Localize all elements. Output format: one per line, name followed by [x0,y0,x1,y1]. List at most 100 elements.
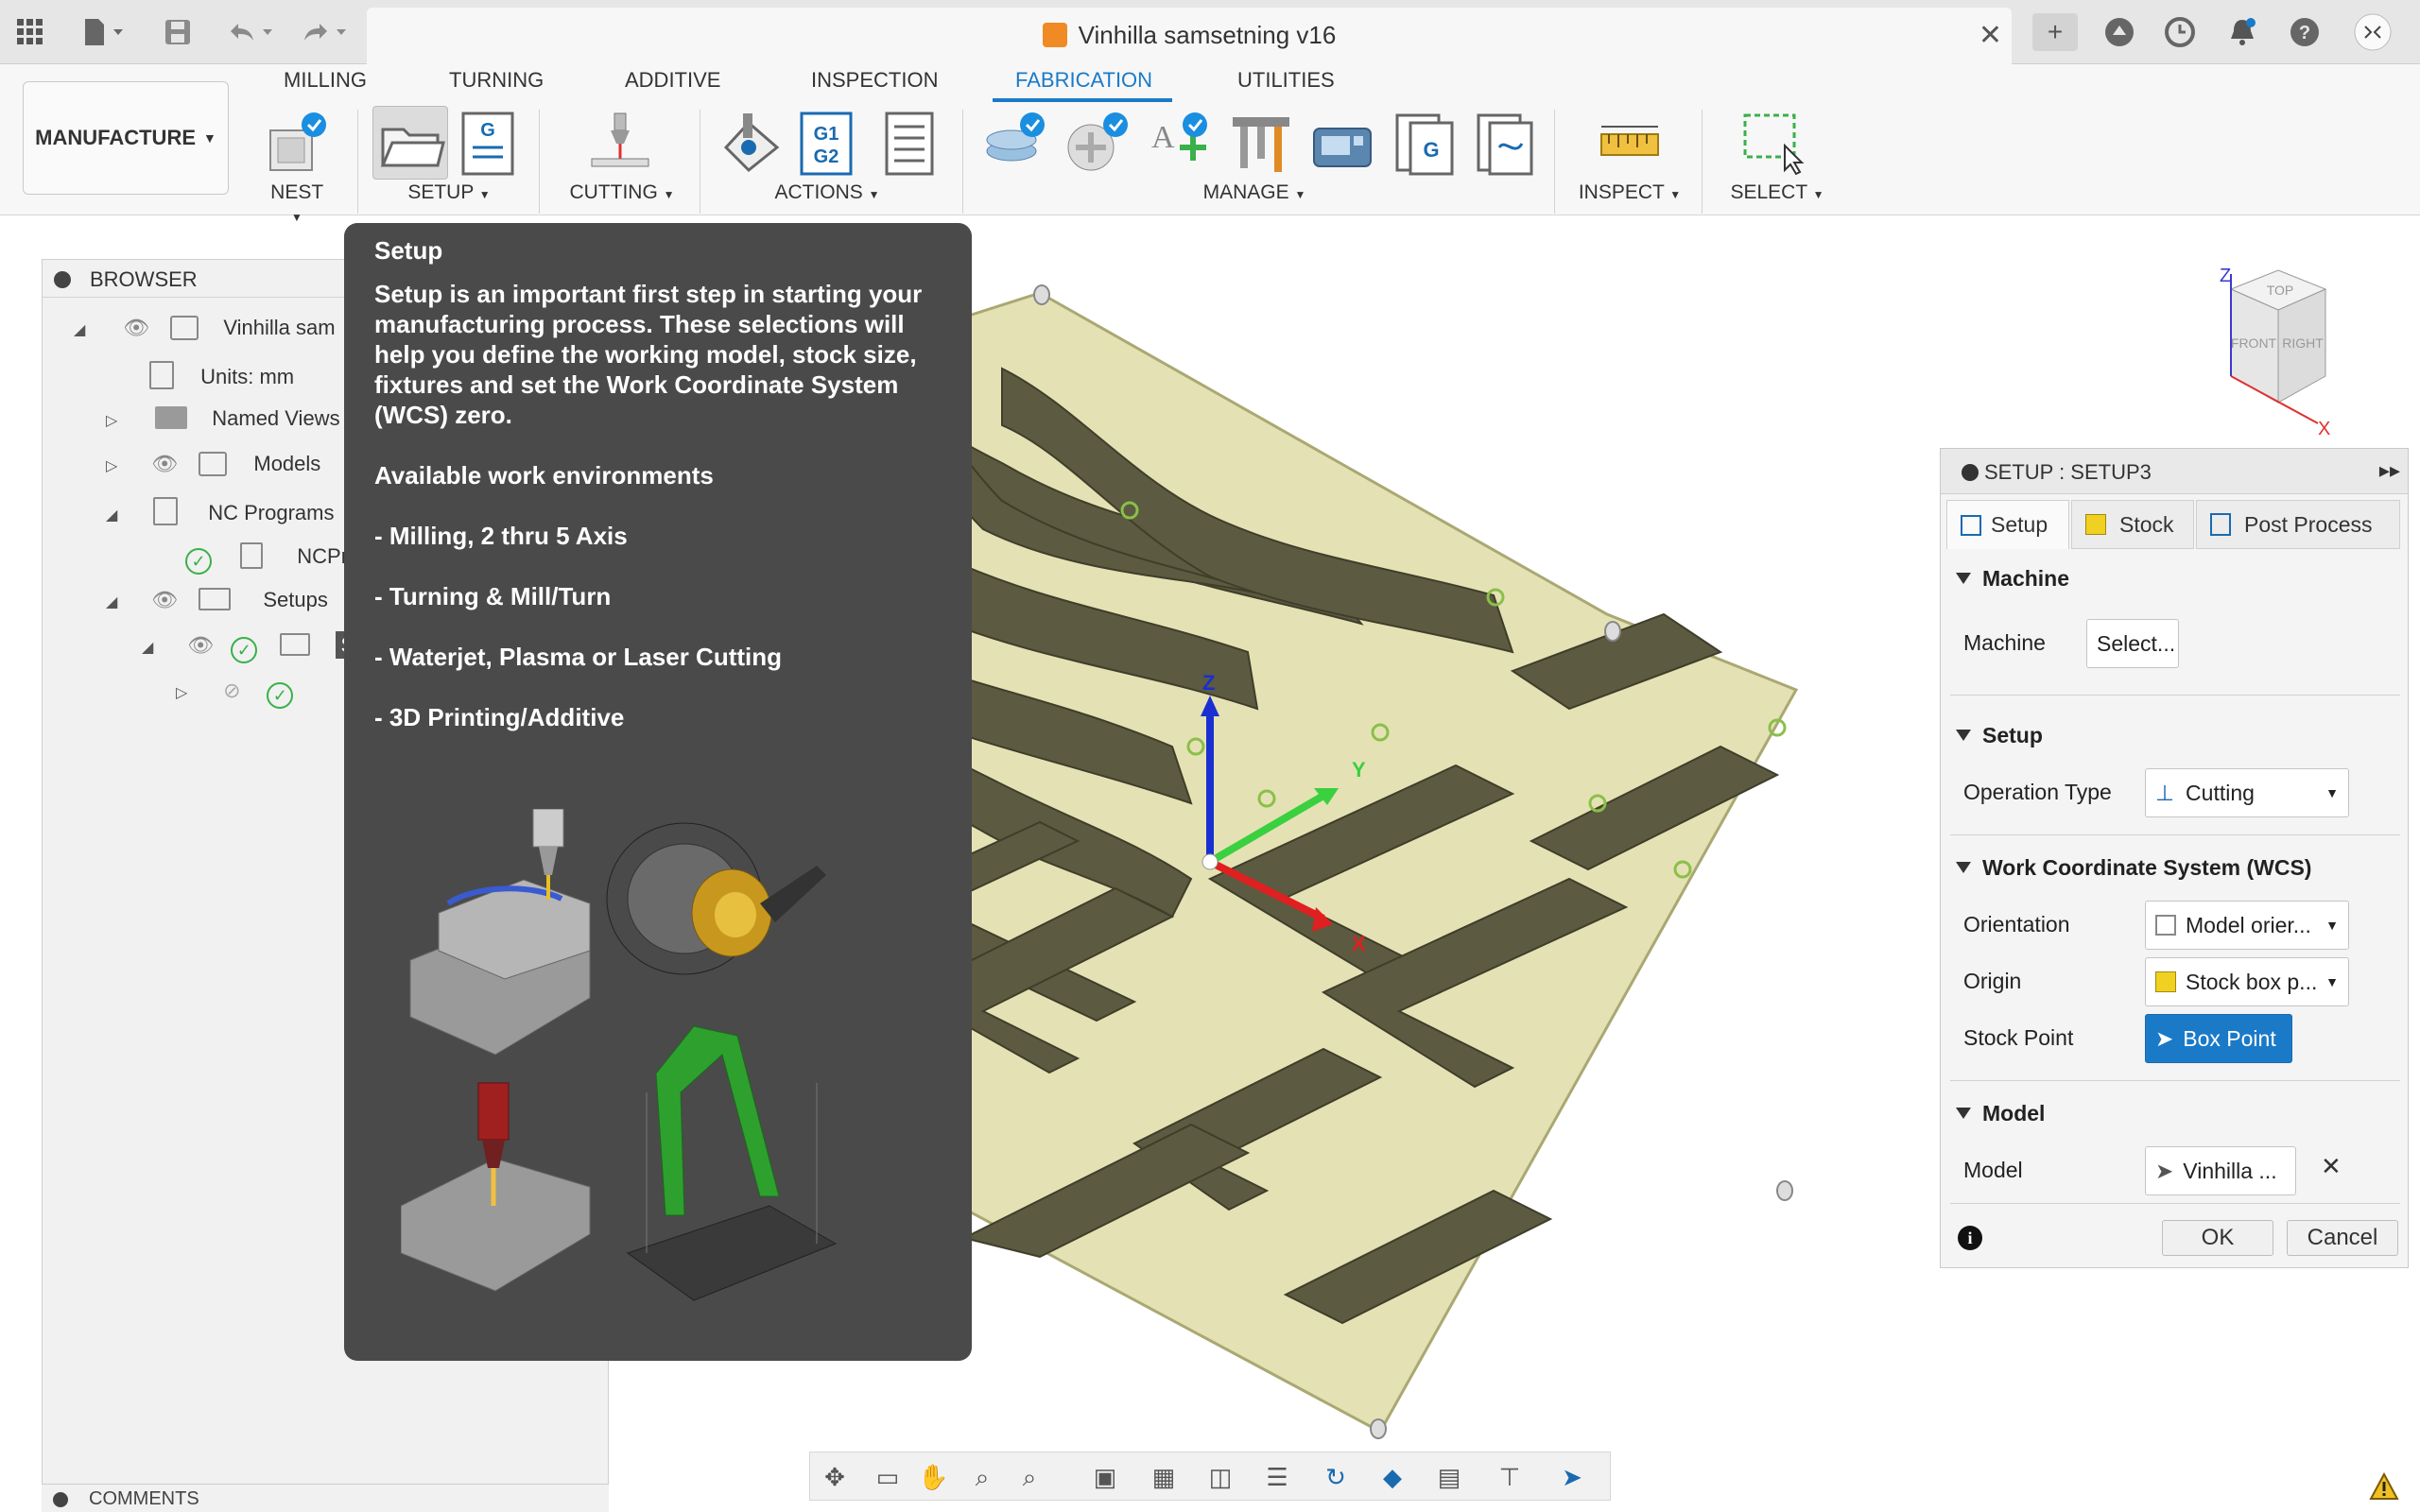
undo-icon[interactable] [221,13,278,51]
nc-program-icon[interactable]: G [458,110,526,178]
collapse-panel-icon[interactable] [54,271,71,288]
app-grid-icon[interactable] [11,13,49,51]
workspace-switcher-button[interactable]: MANUFACTURE ▼ [23,81,229,195]
new-setup-icon[interactable] [372,106,448,180]
setup-dialog-header[interactable]: SETUP : SETUP3 ▸▸ [1941,449,2408,494]
file-menu-icon[interactable] [76,13,132,51]
tool-library-icon[interactable] [1227,110,1295,178]
cancel-button[interactable]: Cancel [2287,1220,2398,1256]
simulate-icon[interactable] [720,110,788,178]
tab-inspection[interactable]: INSPECTION [811,68,938,93]
section-model[interactable]: Model [1956,1101,2045,1126]
zoom-icon[interactable]: ⌕ [967,1462,997,1492]
material-library-icon[interactable] [1064,110,1132,178]
new-tab-icon[interactable]: + [2032,13,2078,51]
tree-item-ncprogram[interactable]: ✓ NCPro [185,542,359,580]
tab-additive[interactable]: ADDITIVE [625,68,720,93]
model-select-button[interactable]: ➤ Vinhilla ... [2145,1146,2296,1195]
machine-display-icon[interactable]: ▤ [1434,1462,1464,1492]
extensions-icon[interactable] [2100,13,2138,51]
viewports-icon[interactable]: ◫ [1205,1462,1236,1492]
collapse-triangle-icon[interactable]: ◢ [106,506,129,524]
setup-sheet-icon[interactable] [879,110,940,178]
collapse-triangle-icon[interactable]: ◢ [106,593,129,611]
visibility-eye-icon[interactable]: 👁 [123,316,164,340]
job-status-icon[interactable] [2161,13,2199,51]
clear-model-icon[interactable]: ✕ [2321,1152,2342,1181]
expand-triangle-icon[interactable]: ◢ [74,320,96,339]
cutting-2d-profile-icon[interactable] [586,110,654,178]
inspect-group-label[interactable]: INSPECT ▼ [1573,181,1686,204]
info-icon[interactable]: i [1958,1226,1982,1250]
orientation-select[interactable]: Model orier... ▼ [2145,901,2349,950]
collapse-dialog-icon[interactable] [1962,464,1979,481]
post-process-g1g2-icon[interactable]: G1 G2 [796,110,856,178]
tab-stock[interactable]: Stock [2071,500,2194,549]
grid-icon[interactable]: ▦ [1149,1462,1179,1492]
look-at-icon[interactable]: ▭ [873,1462,903,1492]
actions-group-label[interactable]: ACTIONS ▼ [766,181,889,204]
expand-triangle-icon[interactable]: ▷ [176,683,199,702]
viewcube[interactable]: TOP FRONT RIGHT Z X [2212,261,2344,440]
tree-item-units[interactable]: Units: mm [149,361,294,399]
tree-item-operation[interactable]: ▷ ⊘ ✓ [176,679,294,716]
stock-display-icon[interactable]: ◆ [1377,1462,1408,1492]
close-tab-icon[interactable]: ✕ [1979,19,2002,52]
expand-dialog-icon[interactable]: ▸▸ [2379,458,2400,483]
section-machine[interactable]: Machine [1956,566,2069,592]
tree-item-models[interactable]: ▷ 👁 Models [106,452,320,490]
comments-panel[interactable]: COMMENTS [42,1484,609,1512]
tab-fabrication[interactable]: FABRICATION [1015,68,1152,93]
fit-icon[interactable]: ⌕ [1014,1462,1045,1492]
tree-item-named-views[interactable]: ▷ Named Views [106,406,340,444]
orbit-icon[interactable]: ✥ [820,1462,850,1492]
warning-icon[interactable] [2369,1471,2399,1501]
setup-group-label[interactable]: SETUP ▼ [397,181,501,204]
ok-button[interactable]: OK [2162,1220,2273,1256]
user-account-icon[interactable] [2354,13,2392,51]
save-icon[interactable] [159,13,197,51]
tab-setup[interactable]: Setup [1946,500,2069,549]
document-tab[interactable]: Vinhilla samsetning v16 ✕ [367,8,2012,64]
text-add-icon[interactable]: A [1146,110,1214,178]
help-icon[interactable]: ? [2286,13,2324,51]
notifications-bell-icon[interactable] [2223,13,2261,51]
tab-milling[interactable]: MILLING [284,68,367,93]
refresh-icon[interactable]: ↻ [1321,1462,1351,1492]
section-setup[interactable]: Setup [1956,723,2043,748]
tab-utilities[interactable]: UTILITIES [1237,68,1335,93]
operation-type-select[interactable]: ⊥ Cutting ▼ [2145,768,2349,817]
cutting-group-label[interactable]: CUTTING ▼ [565,181,679,204]
select-group-label[interactable]: SELECT ▼ [1720,181,1834,204]
nest-tool-icon[interactable] [263,110,331,178]
nest-group-label[interactable]: NEST ▼ [263,181,331,227]
measure-icon[interactable] [1596,110,1664,178]
toolpath-display-icon[interactable]: ➤ [1557,1462,1587,1492]
visibility-eye-icon[interactable]: 👁 [187,633,225,658]
expand-triangle-icon[interactable]: ▷ [106,456,129,475]
section-analysis-icon[interactable]: ☰ [1262,1462,1292,1492]
tab-post-process[interactable]: Post Process [2196,500,2400,549]
stock-point-button[interactable]: ➤ Box Point [2145,1014,2292,1063]
expand-panel-icon[interactable] [53,1492,68,1507]
collapse-triangle-icon[interactable]: ◢ [142,638,164,657]
redo-icon[interactable] [295,13,352,51]
machine-library-icon[interactable] [1308,110,1376,178]
visibility-eye-icon[interactable]: 👁 [151,452,193,476]
tree-item-nc-programs[interactable]: ◢ NC Programs [106,497,335,535]
visibility-eye-icon[interactable]: 👁 [151,588,193,612]
tool-display-icon[interactable]: ⊤ [1495,1462,1525,1492]
pan-icon[interactable]: ✋ [918,1462,948,1492]
hidden-eye-icon[interactable]: ⊘ [223,679,261,703]
window-select-icon[interactable] [1739,110,1807,178]
display-settings-icon[interactable]: ▣ [1090,1462,1120,1492]
tree-item-document[interactable]: ◢ 👁 Vinhilla sam [74,316,336,353]
machine-select-button[interactable]: Select... [2086,619,2179,668]
tree-item-setup3[interactable]: ◢ 👁 ✓ S [142,631,361,671]
template-library-icon[interactable] [983,110,1051,178]
post-library-icon[interactable]: G [1390,110,1458,178]
task-manager-icon[interactable] [1471,110,1539,178]
section-wcs[interactable]: Work Coordinate System (WCS) [1956,855,2311,881]
origin-select[interactable]: Stock box p... ▼ [2145,957,2349,1006]
tab-turning[interactable]: TURNING [449,68,544,93]
